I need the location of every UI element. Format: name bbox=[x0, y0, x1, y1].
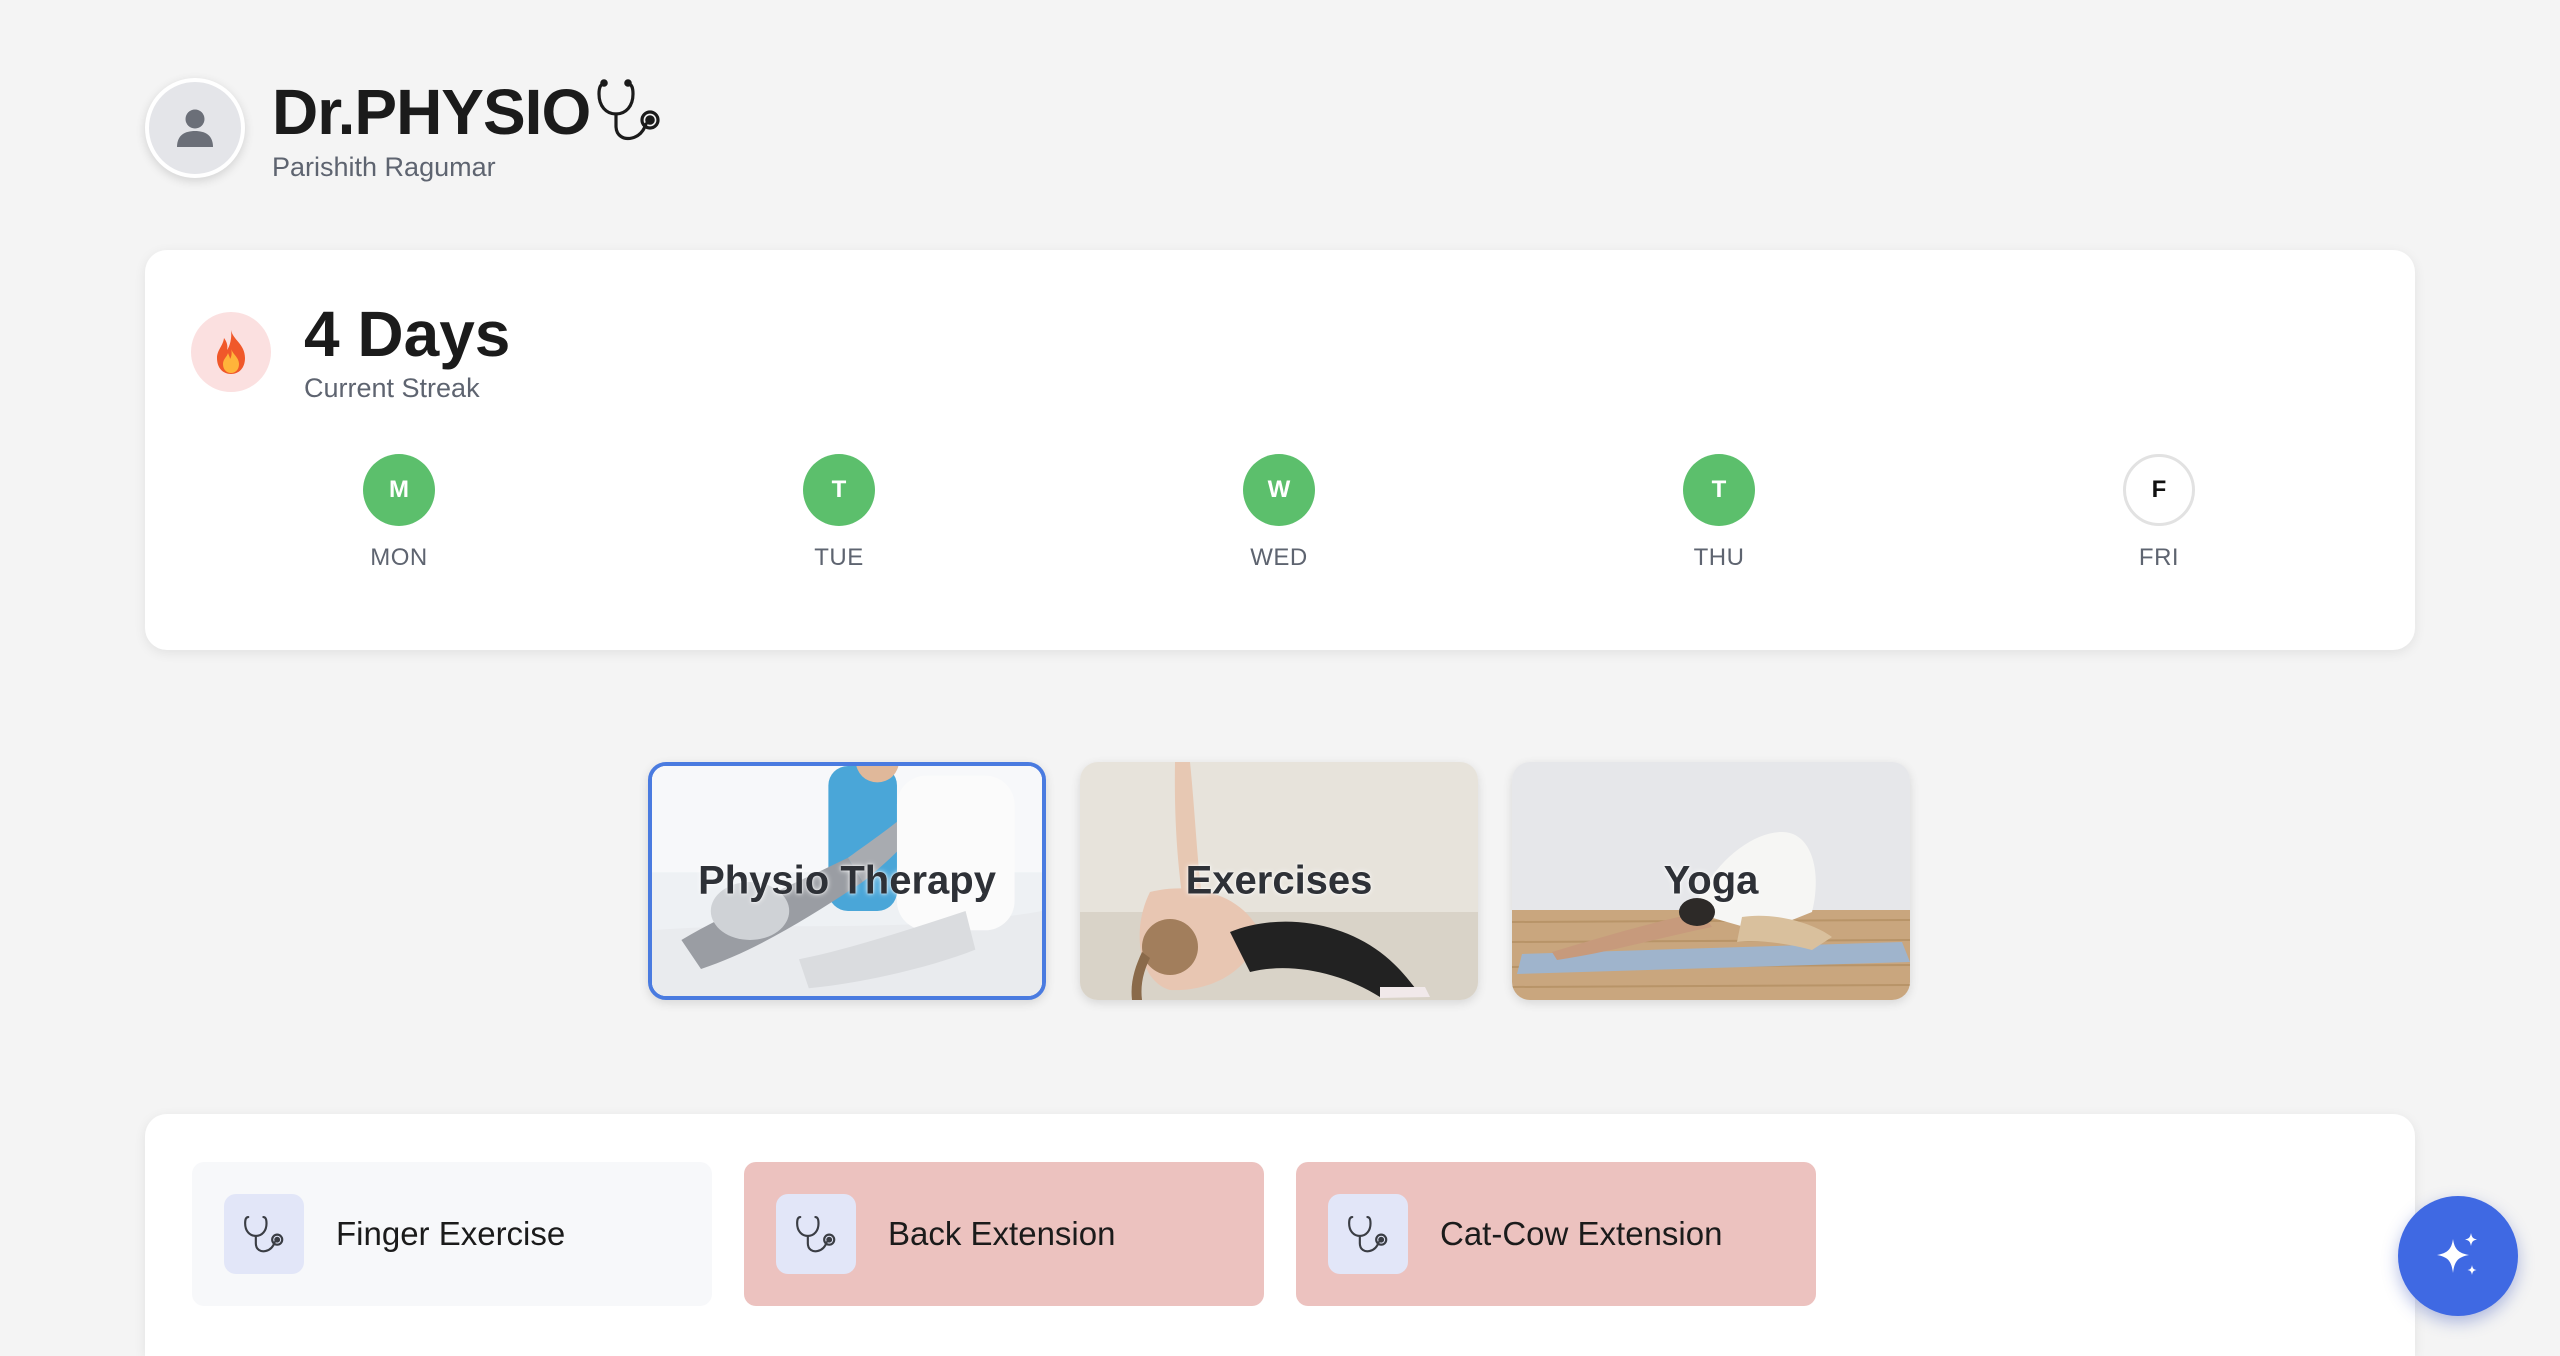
flame-icon bbox=[217, 330, 245, 374]
user-name: Parishith Ragumar bbox=[272, 152, 496, 182]
category-yoga[interactable]: Yoga bbox=[1512, 762, 1910, 1000]
day-label: TUE bbox=[814, 544, 864, 571]
flame-badge bbox=[191, 312, 271, 392]
category-label: Physio Therapy bbox=[698, 858, 996, 903]
day-label: FRI bbox=[2138, 544, 2180, 571]
exercise-label: Back Extension bbox=[888, 1215, 1116, 1252]
ai-assistant-button[interactable] bbox=[2398, 1196, 2518, 1316]
day-indicator: F bbox=[2123, 454, 2195, 526]
day-letter: T bbox=[831, 476, 847, 503]
stethoscope-icon bbox=[244, 1215, 284, 1253]
streak-card: 4 Days Current Streak M MON T TUE W WED … bbox=[145, 250, 2415, 650]
day-letter: F bbox=[2151, 476, 2167, 503]
user-icon bbox=[177, 109, 213, 147]
day-letter: T bbox=[1711, 476, 1727, 503]
category-physio-therapy[interactable]: Physio Therapy bbox=[648, 762, 1046, 1000]
day-indicator: M bbox=[363, 454, 435, 526]
day-tue[interactable]: T TUE bbox=[769, 454, 909, 572]
day-wed[interactable]: W WED bbox=[1209, 454, 1349, 572]
category-exercises[interactable]: Exercises bbox=[1080, 762, 1478, 1000]
streak-label: Current Streak bbox=[304, 373, 480, 403]
stethoscope-icon bbox=[796, 1215, 836, 1253]
stethoscope-icon bbox=[594, 76, 664, 151]
day-thu[interactable]: T THU bbox=[1649, 454, 1789, 572]
streak-value: 4 Days bbox=[304, 298, 511, 370]
weekday-tracker: M MON T TUE W WED T THU F FRI bbox=[145, 454, 2415, 574]
exercise-icon-badge bbox=[1328, 1194, 1408, 1274]
exercise-icon-badge bbox=[776, 1194, 856, 1274]
day-indicator: T bbox=[1683, 454, 1755, 526]
category-label: Exercises bbox=[1185, 858, 1373, 903]
category-label: Yoga bbox=[1663, 858, 1759, 903]
avatar[interactable] bbox=[145, 78, 245, 178]
day-letter: M bbox=[389, 476, 409, 503]
stethoscope-icon bbox=[1348, 1215, 1388, 1253]
day-letter: W bbox=[1267, 476, 1291, 503]
day-fri[interactable]: F FRI bbox=[2089, 454, 2229, 572]
exercise-item-cat-cow-extension[interactable]: Cat-Cow Extension bbox=[1296, 1162, 1816, 1306]
exercise-icon-badge bbox=[224, 1194, 304, 1274]
exercise-label: Finger Exercise bbox=[336, 1215, 566, 1252]
sparkles-icon bbox=[2437, 1233, 2477, 1275]
exercise-item-back-extension[interactable]: Back Extension bbox=[744, 1162, 1264, 1306]
day-mon[interactable]: M MON bbox=[329, 454, 469, 572]
app-title: Dr.PHYSIO bbox=[272, 75, 591, 148]
exercise-label: Cat-Cow Extension bbox=[1440, 1215, 1723, 1252]
day-label: THU bbox=[1693, 544, 1745, 571]
day-indicator: T bbox=[803, 454, 875, 526]
day-indicator: W bbox=[1243, 454, 1315, 526]
day-label: WED bbox=[1250, 544, 1308, 571]
exercise-list-card: Finger Exercise Back Extension Cat-Cow E… bbox=[145, 1114, 2415, 1356]
day-label: MON bbox=[370, 544, 428, 571]
brand: Dr.PHYSIO bbox=[272, 72, 664, 151]
exercise-item-finger-exercise[interactable]: Finger Exercise bbox=[192, 1162, 712, 1306]
